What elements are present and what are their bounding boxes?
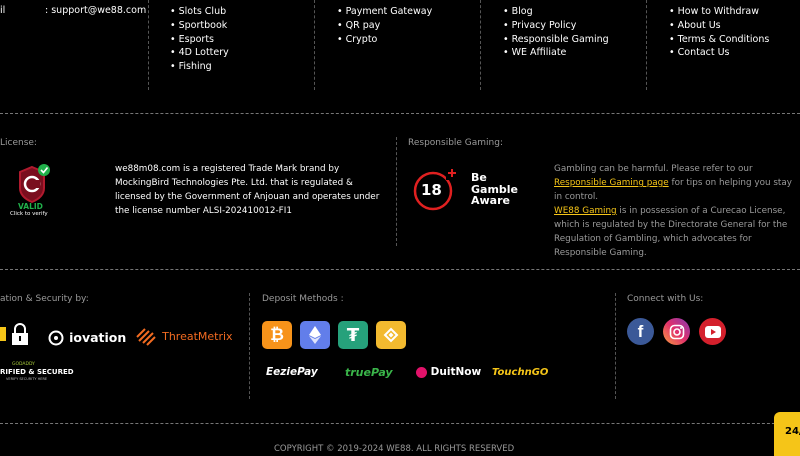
verify-label: Click to verify: [10, 211, 48, 217]
verified-secured-label: RIFIED & SECURED: [0, 368, 74, 376]
column-divider: [480, 0, 481, 90]
threatmetrix-icon: [136, 327, 156, 346]
section-divider: [0, 269, 800, 270]
responsible-paragraph-2: WE88 Gaming is in possession of a Cureca…: [554, 204, 800, 260]
link-sportbook[interactable]: • Sportbook: [170, 19, 229, 33]
duitnow-logo: DuitNow: [416, 366, 481, 378]
threatmetrix-text: ThreatMetrix: [162, 330, 233, 343]
column-divider: [615, 293, 616, 399]
contact-label: il: [0, 5, 6, 16]
link-fishing[interactable]: • Fishing: [170, 60, 229, 74]
license-seal[interactable]: VALID Click to verify: [8, 162, 58, 222]
license-heading: License:: [0, 138, 37, 148]
link-responsible-gaming[interactable]: • Responsible Gaming: [503, 33, 609, 47]
link-esports[interactable]: • Esports: [170, 33, 229, 47]
eeziepay-logo: EeziePay: [266, 366, 318, 378]
facebook-icon[interactable]: f: [627, 318, 654, 345]
column-divider: [148, 0, 149, 90]
help-links: • How to Withdraw • About Us • Terms & C…: [669, 5, 769, 60]
connect-heading: Connect with Us:: [627, 294, 704, 304]
be-gamble-aware-logo: Be Gamble Aware: [471, 172, 518, 207]
contact-row: il : support@we88.com: [0, 5, 146, 16]
youtube-icon[interactable]: [699, 318, 726, 345]
we88-gaming-link[interactable]: WE88 Gaming: [554, 206, 617, 216]
payment-links: • Payment Gateway • QR pay • Crypto: [337, 5, 432, 46]
live-chat-label: 24/: [785, 426, 800, 437]
info-links: • Blog • Privacy Policy • Responsible Ga…: [503, 5, 609, 60]
tether-icon[interactable]: ₮: [338, 321, 368, 349]
link-about-us[interactable]: • About Us: [669, 19, 769, 33]
link-terms-conditions[interactable]: • Terms & Conditions: [669, 33, 769, 47]
column-divider: [396, 137, 397, 246]
iovation-text: iovation: [69, 330, 127, 345]
iovation-icon: [48, 330, 64, 345]
lock-icon: [0, 323, 28, 345]
games-links: • Slots Club • Sportbook • Esports • 4D …: [170, 5, 229, 74]
touchngo-logo: TouchnGO: [492, 367, 549, 378]
truepay-logo: truePay: [345, 366, 393, 379]
valid-label: VALID: [18, 202, 43, 211]
security-heading: ation & Security by:: [0, 294, 89, 304]
copyright-text: COPYRIGHT © 2019-2024 WE88. ALL RIGHTS R…: [274, 444, 515, 454]
live-chat-button[interactable]: 24/: [774, 412, 800, 456]
link-how-to-withdraw[interactable]: • How to Withdraw: [669, 5, 769, 19]
contact-email[interactable]: : support@we88.com: [45, 5, 146, 16]
link-slots-club[interactable]: • Slots Club: [170, 5, 229, 19]
link-4d-lottery[interactable]: • 4D Lottery: [170, 46, 229, 60]
column-divider: [314, 0, 315, 90]
iovation-logo: iovation: [48, 327, 126, 346]
verify-security-label: VERIFY SECURITY HERE: [6, 377, 48, 381]
responsible-heading: Responsible Gaming:: [408, 138, 504, 148]
responsible-paragraph-1: Gambling can be harmful. Please refer to…: [554, 162, 800, 204]
age-label: 18: [421, 181, 442, 199]
deposit-heading: Deposit Methods :: [262, 294, 344, 304]
binance-icon[interactable]: [376, 321, 406, 349]
responsible-gaming-link[interactable]: Responsible Gaming page: [554, 178, 669, 188]
link-contact-us[interactable]: • Contact Us: [669, 46, 769, 60]
license-text: we88m08.com is a registered Trade Mark b…: [115, 164, 380, 216]
link-qr-pay[interactable]: • QR pay: [337, 19, 432, 33]
bitcoin-icon[interactable]: ₿: [262, 321, 292, 349]
column-divider: [249, 293, 250, 399]
section-divider: [0, 113, 800, 114]
column-divider: [646, 0, 647, 90]
be-gamble-aware-line3: Aware: [471, 194, 510, 207]
link-we-affiliate[interactable]: • WE Affiliate: [503, 46, 609, 60]
be-gamble-aware-line1: Be: [471, 171, 487, 184]
link-payment-gateway[interactable]: • Payment Gateway: [337, 5, 432, 19]
age-18-badge: 18: [412, 168, 458, 214]
godaddy-verified-badge[interactable]: GODADDY RIFIED & SECURED VERIFY SECURITY…: [0, 362, 80, 384]
link-crypto[interactable]: • Crypto: [337, 33, 432, 47]
godaddy-label: GODADDY: [12, 362, 35, 367]
ssl-lock-logo: [0, 323, 32, 347]
instagram-icon[interactable]: [663, 318, 690, 345]
link-privacy-policy[interactable]: • Privacy Policy: [503, 19, 609, 33]
ethereum-icon[interactable]: [300, 321, 330, 349]
responsible-text-before: Gambling can be harmful. Please refer to…: [554, 164, 753, 174]
link-blog[interactable]: • Blog: [503, 5, 609, 19]
section-divider: [0, 423, 800, 424]
duitnow-icon: [416, 366, 427, 378]
threatmetrix-logo: ThreatMetrix: [135, 326, 233, 347]
